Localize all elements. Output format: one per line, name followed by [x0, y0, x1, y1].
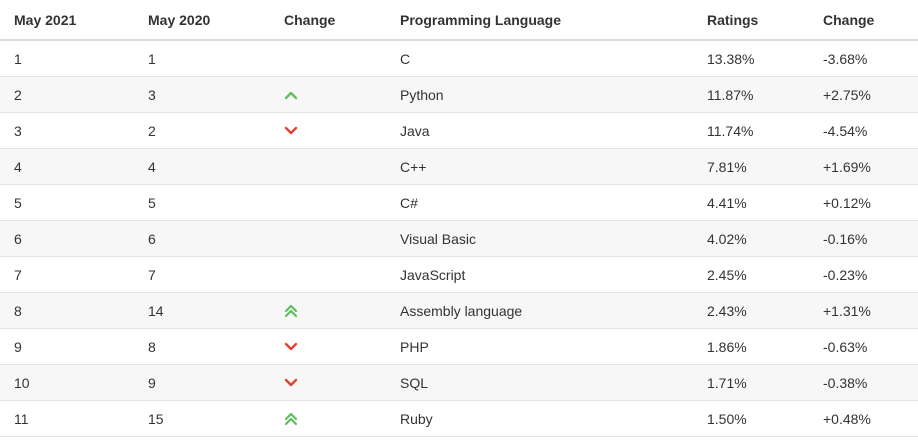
change-percent-cell: -0.23%	[823, 266, 868, 283]
language-cell[interactable]: SQL	[400, 365, 428, 400]
change-percent-cell: +1.69%	[823, 158, 871, 175]
language-ranking-table: May 2021 May 2020 Change Programming Lan…	[0, 0, 918, 447]
rank-2020-cell: 9	[148, 374, 156, 391]
change-percent-cell: -3.68%	[823, 50, 868, 67]
table-row: 2 3 Python 11.87% +2.75%	[0, 77, 918, 113]
table-row: 7 7 JavaScript 2.45% -0.23%	[0, 257, 918, 293]
table-row: 9 8 PHP 1.86% -0.63%	[0, 329, 918, 365]
trend-cell	[284, 401, 300, 436]
change-percent-cell: -0.16%	[823, 230, 868, 247]
trend-cell	[284, 77, 300, 112]
header-programming-language[interactable]: Programming Language	[400, 0, 561, 39]
header-may-2020[interactable]: May 2020	[148, 0, 210, 39]
header-ratings[interactable]: Ratings	[707, 0, 758, 39]
rank-2021-cell: 10	[14, 374, 30, 391]
rank-2020-cell: 1	[148, 50, 156, 67]
rating-cell: 13.38%	[707, 50, 755, 67]
rank-2020-cell: 8	[148, 338, 156, 355]
rank-2020-cell: 6	[148, 230, 156, 247]
language-cell[interactable]: JavaScript	[400, 257, 465, 292]
rating-cell: 7.81%	[707, 158, 747, 175]
rank-2021-cell: 8	[14, 302, 22, 319]
chevron-up-icon	[284, 88, 300, 102]
rating-cell: 1.86%	[707, 338, 747, 355]
rank-2020-cell: 3	[148, 86, 156, 103]
rating-cell: 11.87%	[707, 86, 754, 103]
rank-2021-cell: 11	[14, 410, 29, 427]
change-percent-cell: -0.63%	[823, 338, 868, 355]
chevron-down-icon	[284, 124, 300, 138]
change-percent-cell: -4.54%	[823, 122, 868, 139]
trend-cell	[284, 329, 300, 364]
table-row: 3 2 Java 11.74% -4.54%	[0, 113, 918, 149]
rank-2020-cell: 2	[148, 122, 156, 139]
header-may-2021[interactable]: May 2021	[14, 0, 76, 39]
rank-2021-cell: 6	[14, 230, 22, 247]
rank-2021-cell: 9	[14, 338, 22, 355]
header-change-percent[interactable]: Change	[823, 0, 874, 39]
change-percent-cell: +0.48%	[823, 410, 871, 427]
rank-2021-cell: 3	[14, 122, 22, 139]
rating-cell: 11.74%	[707, 122, 754, 139]
table-row: 11 15 Ruby 1.50% +0.48%	[0, 401, 918, 437]
rank-2021-cell: 4	[14, 158, 22, 175]
table-row: 6 6 Visual Basic 4.02% -0.16%	[0, 221, 918, 257]
header-change-trend[interactable]: Change	[284, 0, 335, 39]
rank-2020-cell: 7	[148, 266, 156, 283]
table-body: 1 1 C 13.38% -3.68% 2 3 Python 11.87% +2.75% 3 2 Jav…	[0, 41, 918, 447]
rating-cell: 4.41%	[707, 194, 747, 211]
change-percent-cell: +0.12%	[823, 194, 871, 211]
change-percent-cell: +2.75%	[823, 86, 871, 103]
rank-2021-cell: 2	[14, 86, 22, 103]
rating-cell: 1.71%	[707, 374, 747, 391]
language-cell[interactable]: PHP	[400, 329, 429, 364]
language-cell[interactable]: Python	[400, 77, 444, 112]
change-percent-cell: +1.31%	[823, 302, 871, 319]
table-row: 4 4 C++ 7.81% +1.69%	[0, 149, 918, 185]
language-cell[interactable]: Visual Basic	[400, 221, 476, 256]
double-chevron-up-icon	[284, 412, 300, 426]
chevron-down-icon	[284, 340, 300, 354]
language-cell[interactable]: C	[400, 41, 410, 76]
trend-cell	[284, 113, 300, 148]
rank-2021-cell: 5	[14, 194, 22, 211]
table-next-row-partial	[0, 437, 918, 447]
language-cell[interactable]: C++	[400, 149, 426, 184]
rank-2021-cell: 1	[14, 50, 22, 67]
table-header-row: May 2021 May 2020 Change Programming Lan…	[0, 0, 918, 41]
chevron-down-icon	[284, 376, 300, 390]
table-row: 8 14 Assembly language 2.43% +1.31%	[0, 293, 918, 329]
table-row: 10 9 SQL 1.71% -0.38%	[0, 365, 918, 401]
trend-cell	[284, 365, 300, 400]
language-cell[interactable]: Assembly language	[400, 293, 522, 328]
rating-cell: 2.45%	[707, 266, 747, 283]
rating-cell: 1.50%	[707, 410, 747, 427]
language-cell[interactable]: Ruby	[400, 401, 433, 436]
change-percent-cell: -0.38%	[823, 374, 868, 391]
rank-2020-cell: 15	[148, 410, 164, 427]
rank-2020-cell: 4	[148, 158, 156, 175]
language-cell[interactable]: C#	[400, 185, 418, 220]
rating-cell: 4.02%	[707, 230, 747, 247]
table-row: 5 5 C# 4.41% +0.12%	[0, 185, 918, 221]
trend-cell	[284, 293, 300, 328]
language-cell[interactable]: Java	[400, 113, 430, 148]
rank-2021-cell: 7	[14, 266, 22, 283]
table-row: 1 1 C 13.38% -3.68%	[0, 41, 918, 77]
rank-2020-cell: 14	[148, 302, 164, 319]
double-chevron-up-icon	[284, 304, 300, 318]
rank-2020-cell: 5	[148, 194, 156, 211]
rating-cell: 2.43%	[707, 302, 747, 319]
